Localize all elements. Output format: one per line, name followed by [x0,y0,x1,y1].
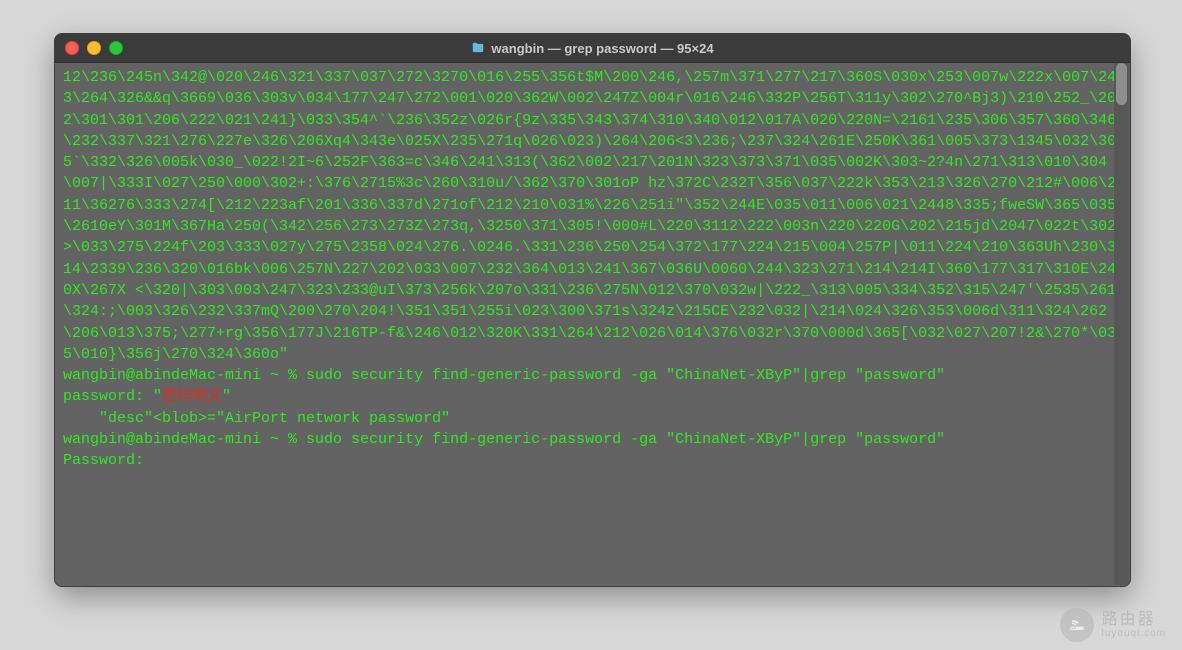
binary-output: 12\236\245n\342@\020\246\321\337\037\272… [63,69,1116,363]
watermark-domain: luyouqi.com [1102,628,1166,639]
password-plaintext: 密码明文 [162,388,222,405]
traffic-lights [65,41,123,55]
router-icon [1060,608,1094,642]
scrollbar-thumb[interactable] [1116,63,1127,105]
desc-line: "desc"<blob>="AirPort network password" [63,410,450,427]
password-label: password: " [63,388,162,405]
command-text: sudo security find-generic-password -ga … [306,431,945,448]
terminal-body[interactable]: 12\236\245n\342@\020\246\321\337\037\272… [55,62,1130,586]
window-title-container: wangbin — grep password — 95×24 [55,41,1130,56]
shell-prompt: wangbin@abindeMac-mini ~ % [63,431,306,448]
zoom-icon[interactable] [109,41,123,55]
minimize-icon[interactable] [87,41,101,55]
command-text: sudo security find-generic-password -ga … [306,367,945,384]
shell-prompt: wangbin@abindeMac-mini ~ % [63,367,306,384]
watermark-text: 路由器 luyouqi.com [1102,611,1166,640]
close-icon[interactable] [65,41,79,55]
password-close-quote: " [222,388,231,405]
window-title: wangbin — grep password — 95×24 [491,41,713,56]
watermark-cn: 路由器 [1102,611,1166,629]
titlebar[interactable]: wangbin — grep password — 95×24 [55,34,1130,63]
scrollbar[interactable] [1114,63,1129,585]
watermark: 路由器 luyouqi.com [1060,608,1166,642]
terminal-window: wangbin — grep password — 95×24 12\236\2… [54,33,1131,587]
sudo-password-prompt: Password: [63,452,144,469]
folder-icon [471,41,485,55]
